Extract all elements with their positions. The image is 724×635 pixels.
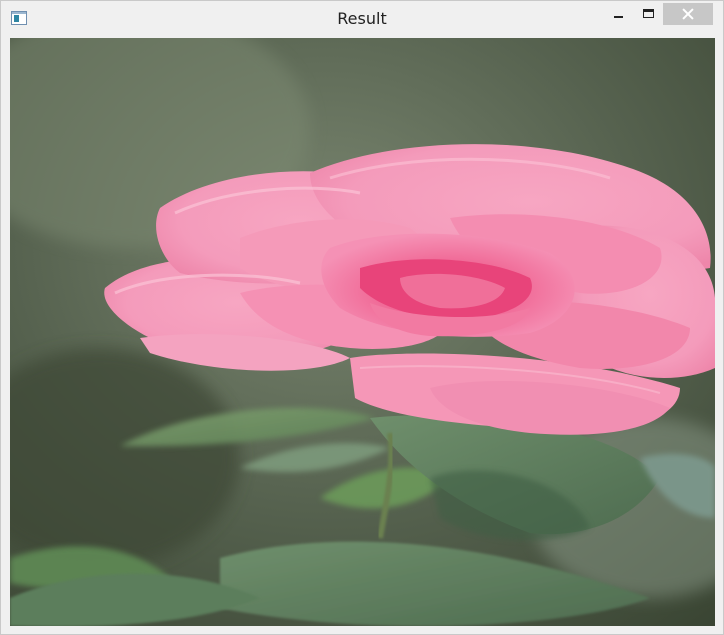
maximize-icon (643, 9, 654, 18)
minimize-button[interactable] (602, 3, 632, 25)
minimize-icon (614, 16, 623, 18)
close-button[interactable] (663, 3, 713, 25)
result-image (10, 38, 715, 626)
close-icon (681, 7, 695, 21)
rose-photo (10, 38, 715, 626)
title-bar[interactable]: Result (1, 1, 723, 37)
maximize-button[interactable] (633, 3, 663, 25)
result-window: Result (0, 0, 724, 635)
